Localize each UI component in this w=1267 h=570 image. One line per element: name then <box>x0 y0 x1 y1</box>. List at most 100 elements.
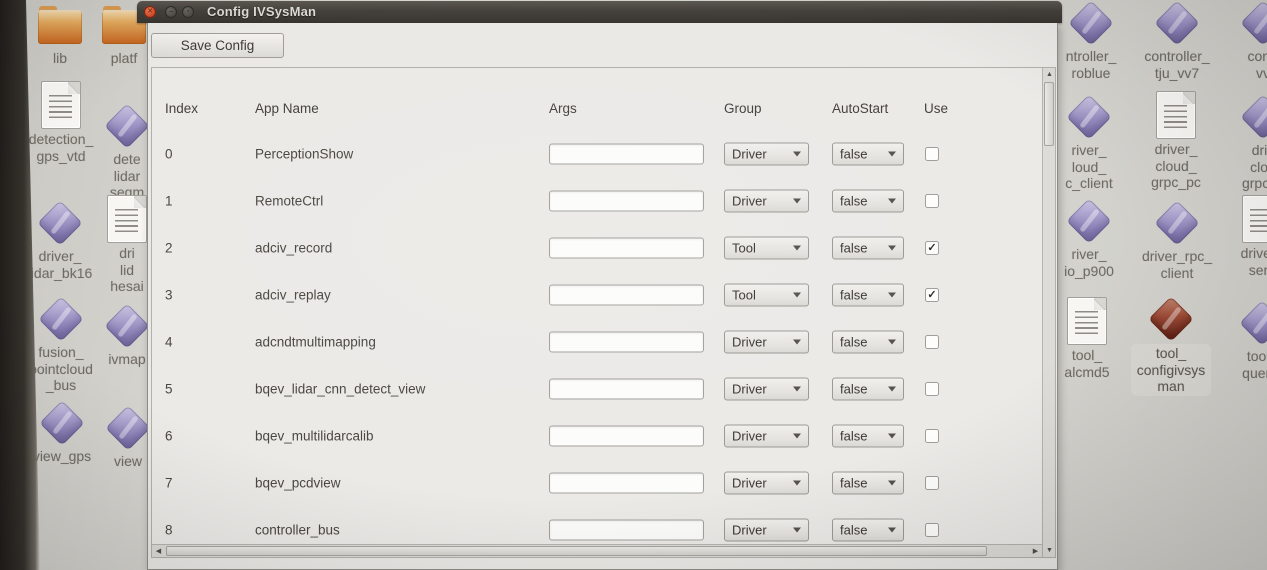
horizontal-scrollbar: ◀ ▶ <box>152 544 1042 557</box>
autostart-select[interactable]: false <box>832 471 904 494</box>
autostart-select[interactable]: false <box>832 330 904 353</box>
save-config-button[interactable]: Save Config <box>151 33 284 58</box>
args-input[interactable] <box>549 190 704 211</box>
desktop-icon-label: dri lid hesai <box>110 245 143 295</box>
desktop-icon-label: ntroller_ roblue <box>1066 48 1117 81</box>
table-row: 6 bqev_multilidarcalib Driver false <box>152 412 1042 459</box>
chevron-down-icon <box>793 433 801 438</box>
row-index: 8 <box>165 522 173 537</box>
use-checkbox[interactable] <box>925 335 939 349</box>
row-app-name: adciv_record <box>255 240 332 255</box>
chevron-down-icon <box>793 198 801 203</box>
chevron-down-icon <box>793 339 801 344</box>
desktop-icon-label: lib <box>53 50 67 67</box>
group-select[interactable]: Tool <box>724 283 809 306</box>
group-select[interactable]: Driver <box>724 471 809 494</box>
horizontal-scrollbar-thumb[interactable] <box>166 546 987 556</box>
desktop-icon[interactable]: contr vv <box>1208 0 1267 81</box>
chevron-down-icon <box>793 292 801 297</box>
group-select[interactable]: Driver <box>724 142 809 165</box>
args-input[interactable] <box>549 519 704 540</box>
app-diamond-icon <box>1066 94 1112 140</box>
autostart-select[interactable]: false <box>832 424 904 447</box>
window-titlebar[interactable]: Config IVSysMan <box>137 1 1062 23</box>
group-select[interactable]: Driver <box>724 377 809 400</box>
app-diamond-icon <box>1240 94 1267 140</box>
scroll-left-arrow[interactable]: ◀ <box>152 545 165 558</box>
row-app-name: adcndtmultimapping <box>255 334 376 349</box>
chevron-down-icon <box>888 339 896 344</box>
args-input[interactable] <box>549 284 704 305</box>
scroll-right-arrow[interactable]: ▶ <box>1029 545 1042 558</box>
use-checkbox[interactable] <box>925 523 939 537</box>
autostart-select[interactable]: false <box>832 518 904 541</box>
row-app-name: bqev_pcdview <box>255 475 341 490</box>
autostart-select[interactable]: false <box>832 189 904 212</box>
minimize-button[interactable] <box>165 6 177 18</box>
args-input[interactable] <box>549 425 704 446</box>
desktop-icon-label: river_ io_p900 <box>1064 246 1114 279</box>
window-title: Config IVSysMan <box>207 1 316 23</box>
use-checkbox[interactable] <box>925 429 939 443</box>
col-header-app-name: App Name <box>255 101 319 116</box>
app-diamond-icon <box>105 405 151 451</box>
row-index: 1 <box>165 193 173 208</box>
row-app-name: adciv_replay <box>255 287 331 302</box>
desktop-icon[interactable]: driv clou grpc_s <box>1208 94 1267 192</box>
row-index: 7 <box>165 475 173 490</box>
chevron-down-icon <box>888 527 896 532</box>
desktop-icon-label: tool_ queryr <box>1242 348 1267 381</box>
scroll-up-arrow[interactable]: ▲ <box>1043 68 1056 81</box>
use-checkbox[interactable] <box>925 476 939 490</box>
col-header-use: Use <box>924 101 948 116</box>
scroll-down-arrow[interactable]: ▼ <box>1043 544 1056 557</box>
document-icon <box>107 195 147 243</box>
col-header-args: Args <box>549 101 577 116</box>
use-checkbox[interactable] <box>925 194 939 208</box>
app-diamond-icon <box>1154 0 1200 46</box>
desktop-icon-label: platf <box>111 50 137 67</box>
args-input[interactable] <box>549 472 704 493</box>
desktop-icon-label: driver_ cloud_ grpc_pc <box>1151 141 1201 191</box>
args-input[interactable] <box>549 237 704 258</box>
autostart-select[interactable]: false <box>832 377 904 400</box>
row-index: 6 <box>165 428 173 443</box>
args-input[interactable] <box>549 143 704 164</box>
vertical-scrollbar: ▲ ▼ <box>1042 68 1055 557</box>
row-index: 3 <box>165 287 173 302</box>
group-select[interactable]: Tool <box>724 236 809 259</box>
row-index: 5 <box>165 381 173 396</box>
group-select[interactable]: Driver <box>724 424 809 447</box>
use-checkbox[interactable] <box>925 147 939 161</box>
autostart-select[interactable]: false <box>832 236 904 259</box>
chevron-down-icon <box>888 386 896 391</box>
group-select[interactable]: Driver <box>724 330 809 353</box>
row-app-name: PerceptionShow <box>255 146 353 161</box>
group-select[interactable]: Driver <box>724 518 809 541</box>
autostart-select[interactable]: false <box>832 142 904 165</box>
app-diamond-icon <box>1066 198 1112 244</box>
close-button[interactable] <box>144 6 156 18</box>
args-input[interactable] <box>549 378 704 399</box>
table-row: 0 PerceptionShow Driver false <box>152 130 1042 177</box>
use-checkbox[interactable]: ✓ <box>925 288 939 302</box>
table-row: 5 bqev_lidar_cnn_detect_view Driver fals… <box>152 365 1042 412</box>
desktop-icon-label: ivmap <box>108 351 145 368</box>
chevron-down-icon <box>888 151 896 156</box>
args-input[interactable] <box>549 331 704 352</box>
chevron-down-icon <box>888 198 896 203</box>
document-icon <box>1242 195 1267 243</box>
vertical-scrollbar-thumb[interactable] <box>1044 82 1054 146</box>
use-checkbox[interactable] <box>925 382 939 396</box>
chevron-down-icon <box>888 433 896 438</box>
group-select[interactable]: Driver <box>724 189 809 212</box>
autostart-select[interactable]: false <box>832 283 904 306</box>
col-header-index: Index <box>165 101 198 116</box>
maximize-button[interactable] <box>182 6 194 18</box>
table-row: 4 adcndtmultimapping Driver false <box>152 318 1042 365</box>
use-checkbox[interactable]: ✓ <box>925 241 939 255</box>
chevron-down-icon <box>793 527 801 532</box>
desktop-icon-label: contr vv <box>1247 48 1267 81</box>
desktop-icon[interactable]: tool_ queryr <box>1207 300 1267 381</box>
desktop-icon[interactable]: driver_ serv <box>1207 196 1267 278</box>
